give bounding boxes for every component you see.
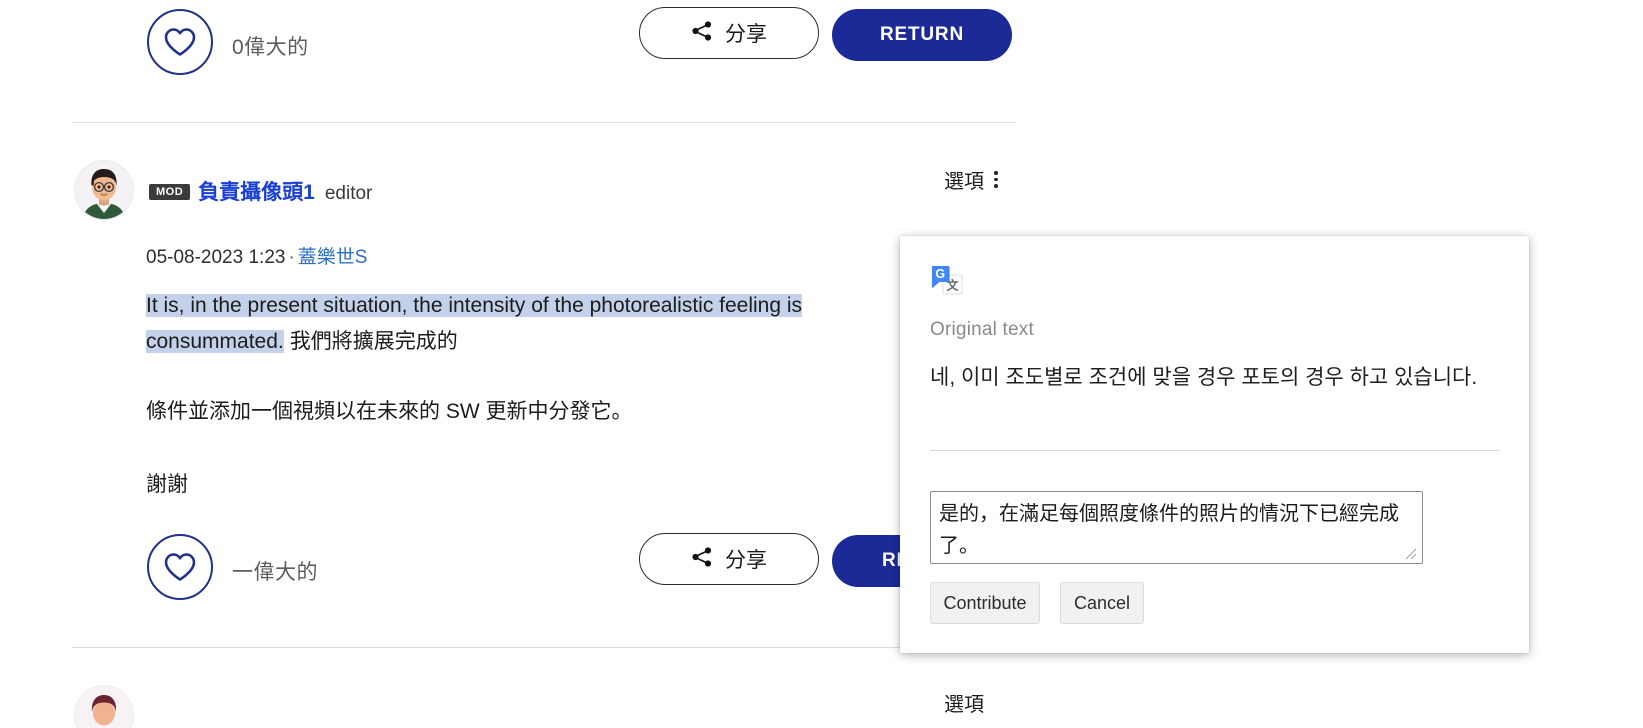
meta-separator: · <box>288 247 295 268</box>
divider-top <box>72 122 1016 123</box>
share-label-top: 分享 <box>725 23 767 46</box>
like-button-post[interactable] <box>147 534 213 600</box>
post-meta: 05-08-2023 1:23 · 蓋樂世S <box>146 242 367 269</box>
author-name[interactable]: 負責攝像頭1 <box>198 181 315 204</box>
share-label-post: 分享 <box>725 549 767 572</box>
options-menu[interactable]: 選項 <box>944 165 998 194</box>
kebab-menu-icon[interactable] <box>994 171 998 188</box>
author-role: editor <box>324 183 373 204</box>
post-body-paragraph2: 條件並添加一個視頻以在未來的 SW 更新中分發它。 <box>146 400 633 423</box>
original-text-value: 네, 이미 조도별로 조건에 맞을 경우 포토의 경우 하고 있습니다. <box>930 366 1478 389</box>
return-button-top[interactable]: RETURN <box>832 9 1012 61</box>
user-avatar <box>75 161 133 219</box>
post-body-line2: consummated. 我們將擴展完成的 <box>146 324 458 360</box>
selected-text-line1: It is, in the present situation, the int… <box>146 294 803 317</box>
cancel-button[interactable]: Cancel <box>1060 582 1144 624</box>
post-body-line2-rest: 我們將擴展完成的 <box>289 330 458 353</box>
like-count-label-top: 0偉大的 <box>232 36 309 59</box>
options-label: 選項 <box>944 171 984 193</box>
share-icon <box>691 20 713 47</box>
heart-icon <box>163 27 197 57</box>
like-button-top[interactable] <box>147 9 213 75</box>
translation-input[interactable] <box>930 491 1423 564</box>
post-body-line1: It is, in the present situation, the int… <box>146 288 803 324</box>
contribute-button[interactable]: Contribute <box>930 582 1040 624</box>
post-body-paragraph3: 謝謝 <box>146 473 188 496</box>
original-text-label: Original text <box>930 319 1034 340</box>
device-link[interactable]: 蓋樂世S <box>298 247 368 268</box>
share-button-post[interactable]: 分享 <box>639 533 819 585</box>
post-date: 05-08-2023 1:23 <box>146 247 286 268</box>
heart-icon <box>163 552 197 582</box>
divider-post <box>72 647 1016 648</box>
share-icon <box>691 546 713 573</box>
user-avatar <box>75 686 133 728</box>
selected-text-line2: consummated. <box>146 330 284 353</box>
avatar-next-post[interactable] <box>74 685 134 728</box>
mod-badge: MOD <box>149 183 191 200</box>
svg-text:G: G <box>935 267 945 281</box>
avatar[interactable] <box>74 160 134 220</box>
byline: MOD 負責攝像頭1 editor <box>149 176 372 206</box>
google-translate-icon: 文 G <box>930 263 964 302</box>
popup-divider <box>930 450 1499 451</box>
google-translate-popup: 文 G Original text 네, 이미 조도별로 조건에 맞을 경우 포… <box>900 236 1529 653</box>
like-count-label-post: 一偉大的 <box>232 561 318 584</box>
options-menu-next-post[interactable]: 選項 <box>944 688 1034 726</box>
page-root: 0偉大的 分享 RETURN MOD 負責攝像頭1 editor 05-08-2… <box>0 0 1643 728</box>
share-button-top[interactable]: 分享 <box>639 7 819 59</box>
